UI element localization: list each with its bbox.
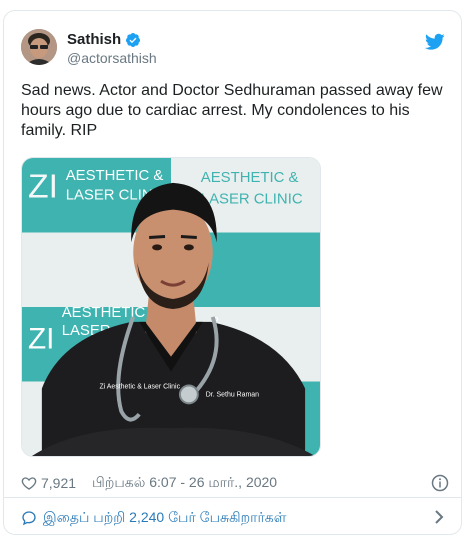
conversation-label[interactable]: இதைப் பற்றி 2,240 பேர் பேசுகிறார்கள் xyxy=(43,509,286,528)
svg-text:Zi Aesthetic & Laser Clinic: Zi Aesthetic & Laser Clinic xyxy=(99,383,180,390)
verified-badge-icon xyxy=(126,32,141,47)
svg-text:AESTHETIC &: AESTHETIC & xyxy=(66,168,164,184)
like-count[interactable]: 7,921 xyxy=(41,475,76,491)
author-block[interactable]: Sathish @actorsathish xyxy=(67,31,157,66)
twitter-bird-icon[interactable] xyxy=(425,33,445,51)
chevron-right-icon[interactable] xyxy=(433,510,445,524)
conversation-link[interactable]: இதைப் பற்றி 2,240 பேர் பேசுகிறார்கள் xyxy=(21,508,445,528)
tweet-photo[interactable]: ZI AESTHETIC & LASER CLINIC ZI AESTHETIC… xyxy=(21,157,321,457)
tweet-header: Sathish @actorsathish xyxy=(21,29,445,69)
tweet-text: Sad news. Actor and Doctor Sedhuraman pa… xyxy=(21,82,443,139)
svg-text:Dr. Sethu Raman: Dr. Sethu Raman xyxy=(206,391,259,398)
heart-icon[interactable] xyxy=(21,475,37,491)
info-icon[interactable] xyxy=(431,474,449,492)
tweet-photo-image: ZI AESTHETIC & LASER CLINIC ZI AESTHETIC… xyxy=(22,158,320,456)
speech-bubble-icon xyxy=(22,511,36,526)
tweet-card: Sathish @actorsathish Sad news. Actor an… xyxy=(3,10,462,535)
svg-text:LASER CLINIC: LASER CLINIC xyxy=(201,192,303,208)
author-handle[interactable]: @actorsathish xyxy=(67,50,157,66)
footer-divider xyxy=(4,497,461,498)
avatar-image xyxy=(21,29,57,65)
avatar[interactable] xyxy=(21,29,57,65)
tweet-timestamp[interactable]: பிற்பகல் 6:07 - 26 மார்., 2020 xyxy=(92,474,277,493)
tweet-meta: 7,921 பிற்பகல் 6:07 - 26 மார்., 2020 xyxy=(21,473,449,493)
svg-text:AESTHETIC &: AESTHETIC & xyxy=(201,170,299,186)
svg-text:ZI: ZI xyxy=(28,168,58,206)
svg-text:AESTHETIC &: AESTHETIC & xyxy=(62,305,160,321)
svg-text:ZI: ZI xyxy=(28,323,54,356)
author-name[interactable]: Sathish xyxy=(67,31,121,48)
